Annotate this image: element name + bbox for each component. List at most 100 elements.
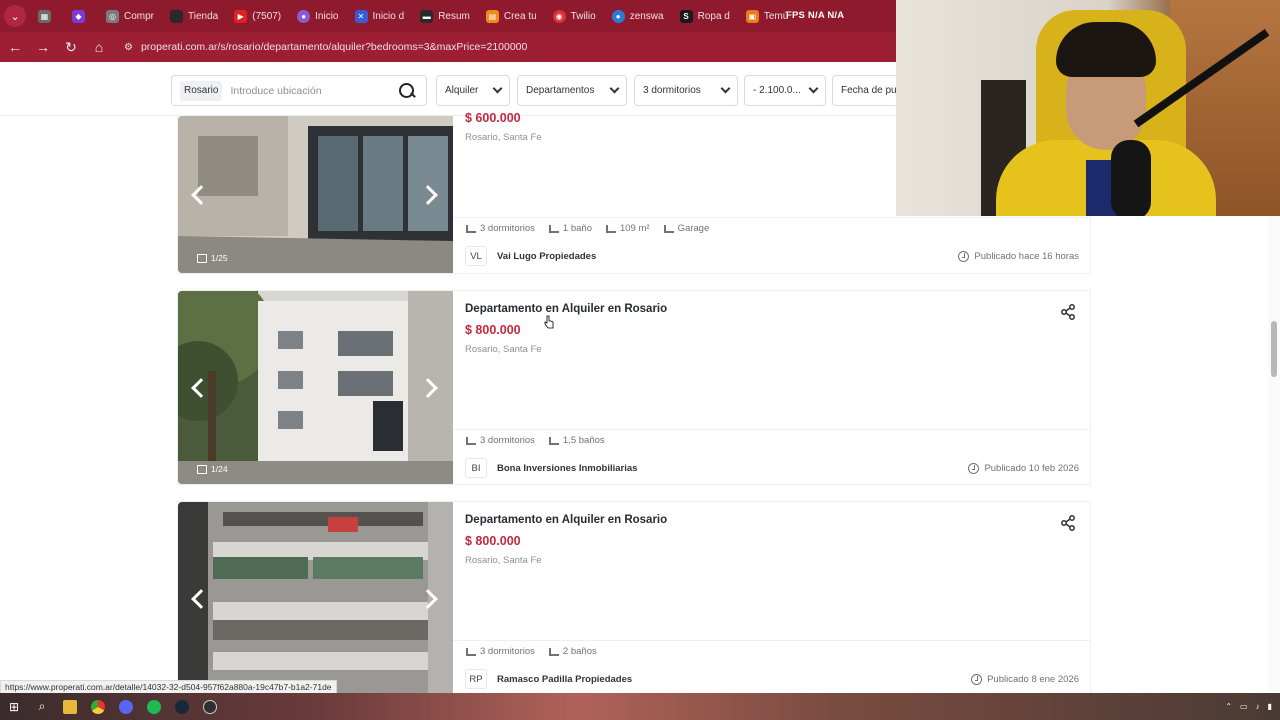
- orange-icon: ▤: [485, 9, 499, 23]
- tab-3[interactable]: Tienda: [164, 4, 224, 28]
- share-icon[interactable]: [1060, 515, 1076, 531]
- s-icon: S: [679, 9, 693, 23]
- bedrooms-label: 3 dormitorios: [643, 85, 701, 96]
- steam-icon[interactable]: [168, 693, 196, 720]
- bed-icon: [466, 647, 476, 656]
- gallery-icon: [197, 464, 207, 474]
- site-info-icon[interactable]: ⚙: [124, 42, 133, 53]
- network-icon[interactable]: ▭: [1240, 702, 1248, 711]
- share-icon[interactable]: [1060, 304, 1076, 320]
- listing-location: Rosario, Santa Fe: [465, 344, 542, 355]
- tab-6[interactable]: ✕ Inicio d: [349, 4, 411, 28]
- published-date: Publicado 10 feb 2026: [968, 463, 1079, 474]
- chrome-icon[interactable]: [84, 693, 112, 720]
- twitch-icon: ◆: [72, 9, 85, 23]
- history-icon: [971, 674, 983, 685]
- tab-label: (7507): [252, 10, 282, 22]
- photo-count-label: 1/25: [211, 253, 228, 263]
- tab-8[interactable]: ▤ Crea tu: [480, 4, 543, 28]
- search-icon[interactable]: ⌕: [28, 693, 56, 720]
- feature-label: 109 m²: [619, 223, 650, 234]
- tab-9[interactable]: ◉ Twilio: [547, 4, 602, 28]
- listing-features: 3 dormitorios 1 baño 109 m² Garage: [466, 223, 723, 234]
- listing-title[interactable]: Departamento en Alquiler en Rosario: [465, 303, 667, 315]
- listing-photo[interactable]: [178, 502, 453, 695]
- listing-photo[interactable]: 1/24: [178, 291, 453, 484]
- photo-counter: 1/25: [197, 253, 228, 263]
- tab-2[interactable]: ◎ Compr: [100, 4, 160, 28]
- agency[interactable]: VL Vai Lugo Propiedades: [465, 246, 596, 266]
- chevron-down-icon: [720, 83, 731, 94]
- location-chip[interactable]: Rosario: [180, 80, 223, 101]
- feature-label: 3 dormitorios: [480, 646, 535, 657]
- discord-icon[interactable]: [112, 693, 140, 720]
- bath-icon: [548, 436, 559, 445]
- feature-bedrooms: 3 dormitorios: [466, 435, 535, 446]
- tab-7[interactable]: ▬ Resum: [414, 4, 476, 28]
- property-type-dropdown[interactable]: Departamentos: [517, 75, 627, 106]
- scroll-thumb[interactable]: [1271, 321, 1277, 377]
- bath-icon: [548, 224, 559, 233]
- twilio-icon: ◉: [552, 9, 566, 23]
- price-dropdown[interactable]: - 2.100.0...: [744, 75, 826, 106]
- agency-name: Vai Lugo Propiedades: [497, 250, 597, 262]
- start-icon[interactable]: ⊞: [0, 693, 28, 720]
- volume-icon[interactable]: ♪: [1256, 702, 1260, 711]
- listing-card[interactable]: 1/24 Departamento en Alquiler en Rosario…: [177, 290, 1091, 485]
- spotify-icon[interactable]: [140, 693, 168, 720]
- divider: [453, 640, 1090, 641]
- forward-icon[interactable]: →: [30, 34, 56, 60]
- agency[interactable]: RP Ramasco Padilla Propiedades: [465, 669, 632, 689]
- listing-card[interactable]: Departamento en Alquiler en Rosario $ 80…: [177, 501, 1091, 696]
- tab-4[interactable]: ▶ (7507): [228, 4, 287, 28]
- search-icon[interactable]: [398, 82, 416, 100]
- tab-10[interactable]: ● zenswa: [606, 4, 670, 28]
- agency-logo: VL: [465, 246, 487, 266]
- feature-label: 3 dormitorios: [480, 223, 535, 234]
- tab-label: Inicio: [315, 10, 339, 22]
- published-label: Publicado hace 16 horas: [974, 251, 1079, 262]
- tab-label: Tienda: [188, 10, 219, 22]
- bath-icon: [548, 647, 559, 656]
- search-input[interactable]: Introduce ubicación: [230, 85, 398, 97]
- tab-label: Compr: [124, 10, 155, 22]
- property-type-label: Departamentos: [526, 85, 595, 96]
- chevron-down-icon: [808, 83, 819, 94]
- app-icon: ▦: [38, 9, 51, 23]
- garage-icon: [663, 224, 674, 233]
- filter-bar: Rosario Introduce ubicación Alquiler Dep…: [0, 62, 912, 116]
- home-icon[interactable]: ⌂: [86, 34, 112, 60]
- status-bar-url: https://www.properati.com.ar/detalle/140…: [0, 680, 337, 694]
- store-icon: [170, 9, 184, 23]
- chevron-down-icon: [609, 83, 620, 94]
- feature-label: Garage: [677, 223, 710, 234]
- tab-5[interactable]: ● Inicio: [291, 4, 344, 28]
- reload-icon[interactable]: ↻: [58, 34, 84, 60]
- fps-overlay: FPS N/A N/A: [786, 10, 845, 21]
- tab-0[interactable]: ▦: [32, 4, 62, 28]
- address-bar[interactable]: ⚙ properati.com.ar/s/rosario/departament…: [124, 41, 527, 53]
- agency[interactable]: BI Bona Inversiones Inmobiliarias: [465, 458, 637, 478]
- tab-label: zenswa: [629, 10, 664, 22]
- tab-label: Inicio d: [372, 10, 405, 22]
- bedrooms-dropdown[interactable]: 3 dormitorios: [634, 75, 738, 106]
- file-explorer-icon[interactable]: [56, 693, 84, 720]
- building-photo: [178, 291, 453, 484]
- tab-1[interactable]: ◆: [66, 4, 96, 28]
- feature-bathrooms: 2 baños: [548, 646, 597, 657]
- blue-icon: ●: [611, 9, 625, 23]
- listing-photo[interactable]: 1/25: [178, 116, 453, 273]
- feature-garage: Garage: [663, 223, 710, 234]
- battery-icon[interactable]: ▮: [1268, 702, 1272, 711]
- obs-icon[interactable]: [196, 693, 224, 720]
- tab-11[interactable]: S Ropa d: [674, 4, 736, 28]
- youtube-icon: ▶: [234, 9, 248, 23]
- location-search[interactable]: Rosario Introduce ubicación: [171, 75, 427, 106]
- operation-dropdown[interactable]: Alquiler: [436, 75, 510, 106]
- divider: [453, 429, 1090, 430]
- agency-name: Bona Inversiones Inmobiliarias: [497, 462, 638, 474]
- tab-search-icon[interactable]: ⌄: [4, 5, 26, 27]
- listing-title[interactable]: Departamento en Alquiler en Rosario: [465, 514, 667, 526]
- back-icon[interactable]: ←: [2, 34, 28, 60]
- chevron-up-icon[interactable]: ⌃: [1225, 702, 1232, 711]
